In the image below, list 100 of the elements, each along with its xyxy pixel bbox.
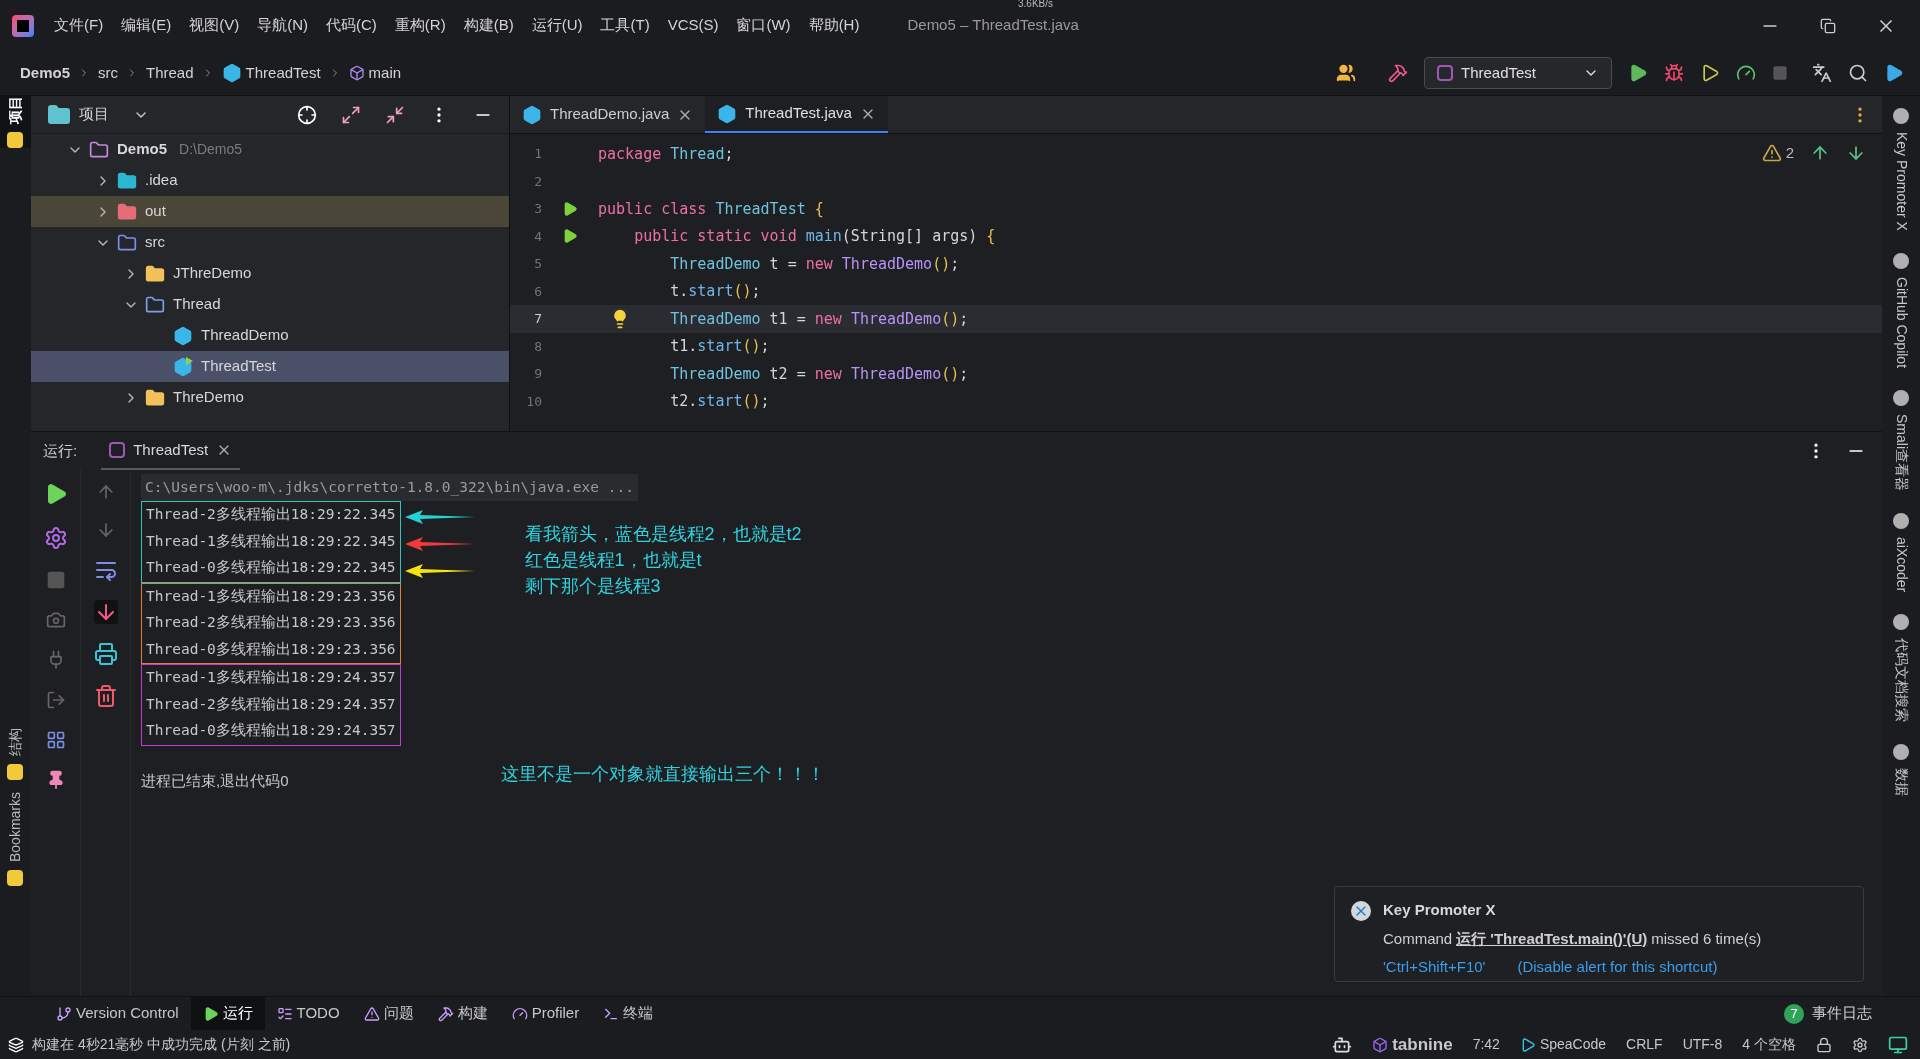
tool-window-tab[interactable]: Bookmarks (0, 792, 31, 887)
tool-tab[interactable]: Version Control (44, 997, 191, 1030)
menu-item[interactable]: 工具(T) (600, 14, 650, 37)
breadcrumb-item[interactable]: main (368, 61, 402, 85)
tool-window-tab[interactable]: 数据 (1890, 744, 1912, 797)
annotation-text: 红色是线程1，也就是t (524, 549, 703, 572)
status-item[interactable]: tabnine (1372, 1031, 1453, 1058)
tool-window-tab[interactable]: Smali查看器 (1890, 389, 1912, 491)
tool-window-tab[interactable]: 项目 (0, 96, 31, 148)
tool-window-tab[interactable]: 结构 (0, 728, 31, 780)
profiler-icon[interactable] (1736, 63, 1756, 83)
tool-tab[interactable]: 构建 (425, 997, 500, 1030)
console-line: Thread-2多线程输出18:29:24.357 (146, 694, 396, 714)
exit-icon[interactable] (45, 690, 66, 710)
annotation-text: 剩下那个是线程3 (524, 575, 662, 598)
layout-icon[interactable] (45, 730, 66, 750)
run-config-dropdown[interactable]: ThreadTest (1424, 57, 1612, 89)
monitor-icon[interactable] (1888, 1034, 1908, 1055)
breadcrumb-item[interactable]: Thread (146, 61, 194, 85)
code-line: t2.start(); (670, 391, 770, 412)
run-tab[interactable]: ThreadTest (101, 432, 241, 470)
command-link[interactable]: 运行 'ThreadTest.main()'(U) (1456, 927, 1648, 950)
collapse-icon[interactable] (385, 104, 405, 125)
people-icon[interactable] (1336, 63, 1356, 83)
panel-title[interactable]: 项目 (79, 103, 109, 126)
tree-item[interactable]: src (31, 227, 509, 258)
tree-item[interactable]: JThreDemo (31, 258, 509, 289)
expand-icon[interactable] (341, 104, 361, 125)
folder-icon (117, 201, 137, 222)
scroll-to-end-icon[interactable] (93, 600, 118, 624)
print-icon[interactable] (93, 642, 118, 666)
line-number: 1 (533, 145, 542, 163)
editor-tab[interactable]: ThreadTest.java (705, 96, 888, 133)
tool-window-tab[interactable]: aiXcoder (1890, 512, 1912, 593)
menu-item[interactable]: 窗口(W) (736, 14, 791, 37)
status-item[interactable]: SpeaCode (1519, 1034, 1607, 1055)
tool-window-tab[interactable]: GitHub Copilot (1890, 252, 1912, 368)
lock-icon[interactable] (1816, 1036, 1832, 1053)
menu-item[interactable]: 构建(B) (463, 14, 514, 37)
disable-alert-link[interactable]: (Disable alert for this shortcut) (1517, 956, 1718, 979)
tree-item[interactable]: ThreadDemo (31, 320, 509, 351)
code-line: ThreadDemo t1 = new ThreadDemo(); (670, 308, 969, 330)
tree-item[interactable]: .idea (31, 165, 509, 196)
tool-tab[interactable]: Profiler (499, 997, 592, 1030)
editor-tab[interactable]: ThreadDemo.java (510, 96, 706, 133)
event-log-link[interactable]: 事件日志 (1812, 1002, 1872, 1025)
breadcrumb-item[interactable]: ThreadTest (245, 61, 321, 85)
tree-item[interactable]: ThreadTest (31, 351, 509, 382)
status-item[interactable]: 7:42 (1472, 1034, 1500, 1055)
annotation-text: 这里不是一个对象就直接输出三个！！！ (501, 763, 825, 787)
tool-tab[interactable]: 运行 (190, 997, 265, 1030)
status-item[interactable]: UTF-8 (1682, 1034, 1723, 1055)
folder-icon (145, 263, 165, 284)
network-speed: 3.6KB/s (1018, 0, 1054, 11)
translate-icon[interactable] (1812, 63, 1832, 83)
menu-item[interactable]: 代码(C) (326, 14, 377, 37)
search-icon[interactable] (1848, 63, 1868, 83)
target-icon[interactable] (297, 104, 317, 125)
tree-item[interactable]: Demo5 D:\Demo5 (31, 134, 509, 165)
debug-icon[interactable] (1664, 63, 1684, 83)
settings-icon[interactable] (43, 526, 68, 550)
path-hint: D:\Demo5 (179, 140, 243, 159)
camera-icon[interactable] (45, 610, 66, 630)
trash-icon[interactable] (93, 684, 118, 708)
breadcrumb-item[interactable]: Demo5 (20, 61, 71, 85)
code-line: t1.start(); (670, 336, 770, 357)
tool-window-tab[interactable]: 代码文档搜索 (1890, 614, 1912, 723)
menu-item[interactable]: 文件(F) (54, 14, 104, 37)
run-icon[interactable] (562, 200, 578, 217)
menu-item[interactable]: 帮助(H) (808, 14, 860, 37)
menu-item[interactable]: 视图(V) (189, 14, 240, 37)
line-number: 6 (533, 282, 542, 301)
menu-item[interactable]: 运行(U) (531, 14, 583, 37)
folder-icon (117, 170, 137, 191)
menu-item[interactable]: 编辑(E) (121, 14, 172, 37)
status-item[interactable]: 4 个空格 (1742, 1034, 1796, 1055)
console-line: Thread-0多线程输出18:29:23.356 (146, 639, 396, 659)
warning-count[interactable]: 2 (1761, 142, 1794, 165)
tree-item[interactable]: ThreDemo (31, 382, 509, 413)
run-icon[interactable] (562, 228, 578, 245)
tool-window-tab[interactable]: Key Promoter X (1890, 108, 1912, 231)
shortcut-link[interactable]: 'Ctrl+Shift+F10' (1383, 956, 1486, 979)
console-line: Thread-0多线程输出18:29:22.345 (146, 558, 396, 578)
menu-item[interactable]: 重构(R) (394, 14, 446, 37)
breadcrumb-item[interactable]: src (98, 61, 119, 85)
menu-item[interactable]: 导航(N) (257, 14, 308, 37)
tree-item[interactable]: out (31, 196, 509, 227)
tree-item-label: Thread (173, 294, 221, 315)
restore-icon[interactable] (1820, 17, 1836, 34)
settings-icon[interactable] (1852, 1036, 1868, 1053)
tool-tab[interactable]: 终端 (591, 997, 666, 1030)
panel-title: 运行: (43, 440, 78, 461)
tool-tab[interactable]: TODO (264, 997, 352, 1030)
menu-item[interactable]: VCS(S) (667, 14, 719, 37)
console-line: Thread-2多线程输出18:29:23.356 (146, 613, 396, 633)
hammer-icon[interactable] (1388, 63, 1408, 83)
tool-tab[interactable]: 问题 (351, 997, 426, 1030)
status-item[interactable]: CRLF (1626, 1034, 1663, 1055)
tree-item[interactable]: Thread (31, 289, 509, 320)
run-icon[interactable] (1628, 63, 1648, 83)
